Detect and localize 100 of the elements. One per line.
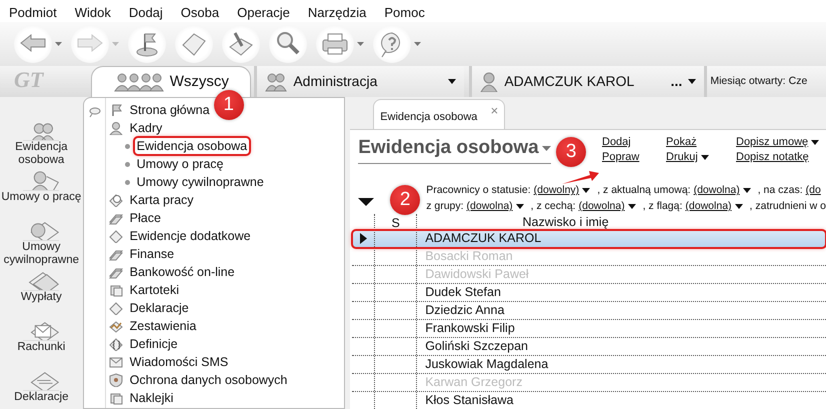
caret-icon[interactable]	[55, 42, 62, 46]
filter-label: , z flagą:	[642, 198, 682, 214]
menu-item[interactable]: Operacje	[228, 0, 299, 22]
group-tab[interactable]: Wszyscy	[91, 66, 252, 97]
action-link[interactable]: Dodaj	[602, 135, 631, 150]
filter-dropdown[interactable]: (dowolny)	[534, 183, 590, 198]
sidebar-item[interactable]: Deklaracje	[0, 367, 83, 409]
caret-icon[interactable]	[357, 42, 364, 46]
tree-item-label[interactable]: Naklejki	[126, 388, 176, 408]
table-row[interactable]: Dziedzic Anna	[352, 302, 826, 320]
caret-icon	[700, 155, 709, 160]
row-pointer-icon	[360, 233, 367, 244]
month-label: Miesiąc otwarty:	[710, 74, 786, 89]
filter-label: , zatrudnieni w o	[750, 198, 826, 214]
close-icon[interactable]: ×	[490, 101, 498, 120]
caret-icon	[628, 204, 636, 210]
tree-item-label[interactable]: Kartoteki	[126, 280, 182, 300]
document-tab[interactable]: Ewidencja osobowa ×	[373, 99, 506, 129]
arrow-button[interactable]	[14, 25, 52, 63]
filter-dropdown[interactable]: (dowolna)	[694, 183, 751, 198]
callout-badge: 2	[390, 185, 420, 215]
chart-icon	[108, 319, 123, 333]
action-link[interactable]: Dopisz notatkę	[736, 150, 809, 165]
tree-item-label[interactable]: Umowy o pracę	[134, 154, 226, 174]
table-cell-text: Dziedzic Anna	[424, 302, 504, 320]
table-row[interactable]: ADAMCZUK KAROL	[352, 230, 826, 248]
menu-item[interactable]: Podmiot	[0, 0, 66, 22]
folder-icon	[108, 391, 123, 405]
bullet-icon	[124, 144, 130, 148]
braces-icon	[108, 337, 123, 351]
filter-dropdown[interactable]: (dowolna)	[578, 199, 636, 214]
action-link[interactable]: Pokaż	[666, 135, 697, 150]
action-link[interactable]: Drukuj	[666, 150, 709, 165]
caret-icon[interactable]	[542, 146, 551, 151]
tree-item-label[interactable]: Ewidencje dodatkowe	[126, 226, 254, 246]
column-header: Nazwisko i imię	[522, 214, 610, 231]
dropdown-select[interactable]: ADAMCZUK KAROL ...	[469, 66, 704, 97]
sidebar-item[interactable]: Rachunki	[0, 317, 83, 367]
tree-item-label[interactable]: Finanse	[126, 244, 178, 264]
table-cell-text: Kłos Stanisława	[424, 392, 514, 409]
tree-item-label[interactable]: Umowy cywilnoprawne	[134, 172, 267, 192]
filter-label: , na czas:	[758, 183, 803, 198]
caret-icon	[516, 204, 524, 210]
table-row[interactable]: Juskowiak Magdalena	[352, 356, 826, 374]
shield-icon	[108, 373, 123, 387]
tree-item-label[interactable]: Kadry	[126, 118, 166, 138]
caret-icon	[811, 140, 820, 145]
menu-item[interactable]: Dodaj	[120, 0, 172, 22]
tree-item-label[interactable]: Strona główna	[126, 100, 213, 120]
filter-dropdown[interactable]: (dowolna)	[685, 199, 743, 214]
sidebar-item[interactable]: Umowy o pracę	[0, 167, 83, 217]
collapse-icon[interactable]	[358, 198, 374, 206]
sidebar-item[interactable]: Wypłaty	[0, 267, 83, 317]
caret-icon	[582, 188, 590, 194]
pin-icon[interactable]	[88, 106, 102, 118]
tree-item-label[interactable]: Ochrona danych osobowych	[126, 370, 290, 390]
flag-button[interactable]	[128, 25, 166, 63]
tree-item-label[interactable]: Bankowość on-line	[126, 262, 238, 282]
search-button[interactable]	[269, 25, 307, 63]
filter-dropdown[interactable]: (do	[806, 183, 821, 198]
tree-item-label[interactable]: Definicje	[126, 334, 181, 354]
menu-item[interactable]: Widok	[66, 0, 120, 22]
table-cell-text: Juskowiak Magdalena	[424, 356, 548, 374]
caret-icon	[742, 188, 751, 194]
menu-item[interactable]: Narzędzia	[298, 0, 376, 22]
tree-item-label[interactable]: Deklaracje	[126, 298, 192, 318]
more-label: ...	[670, 72, 682, 91]
help-button[interactable]	[373, 25, 411, 63]
tree-item-label[interactable]: Płace	[126, 208, 164, 228]
table-row[interactable]: Dudek Stefan	[352, 284, 826, 302]
filter-label: , z cechą:	[530, 198, 576, 214]
person-icon	[480, 72, 498, 92]
tag-button[interactable]	[175, 25, 213, 63]
brush-button[interactable]	[222, 25, 260, 63]
table-cell-text: ADAMCZUK KAROL	[424, 230, 542, 248]
table-row[interactable]: Kłos Stanisława	[352, 392, 826, 409]
filter-label: Pracownicy o statusie:	[426, 183, 531, 198]
people-icon	[114, 72, 164, 92]
table-row[interactable]: Goliński Szczepan	[352, 338, 826, 356]
table-cell-text: Bosacki Roman	[424, 248, 513, 266]
envelope-icon	[108, 355, 123, 369]
menu-item[interactable]: Pomoc	[375, 0, 434, 22]
printer-button[interactable]	[316, 25, 354, 63]
menu-item[interactable]: Osoba	[172, 0, 228, 22]
action-link[interactable]: Popraw	[602, 150, 640, 165]
filter-dropdown[interactable]: (dowolna)	[466, 199, 524, 214]
caret-icon	[448, 79, 456, 84]
dropdown-select[interactable]: Administracja	[254, 66, 464, 97]
tree-item-label[interactable]: Wiadomości SMS	[126, 352, 232, 372]
table-row[interactable]: Frankowski Filip	[352, 320, 826, 338]
filter-label: , z aktualną umową:	[597, 183, 691, 198]
sidebar-item[interactable]: Ewidencja osobowa	[0, 117, 83, 167]
sidebar-item[interactable]: Umowy cywilnoprawne	[0, 217, 83, 267]
tab-label[interactable]: Ewidencja osobowa	[380, 111, 478, 123]
action-link[interactable]: Dopisz umowę	[736, 135, 820, 150]
tree-item-label[interactable]: Zestawienia	[126, 316, 200, 336]
tree-item-label[interactable]: Karta pracy	[126, 190, 197, 210]
callout-badge: 1	[214, 90, 244, 120]
tree-item-label[interactable]: Ewidencja osobowa	[134, 136, 250, 156]
caret-icon[interactable]	[414, 42, 421, 46]
